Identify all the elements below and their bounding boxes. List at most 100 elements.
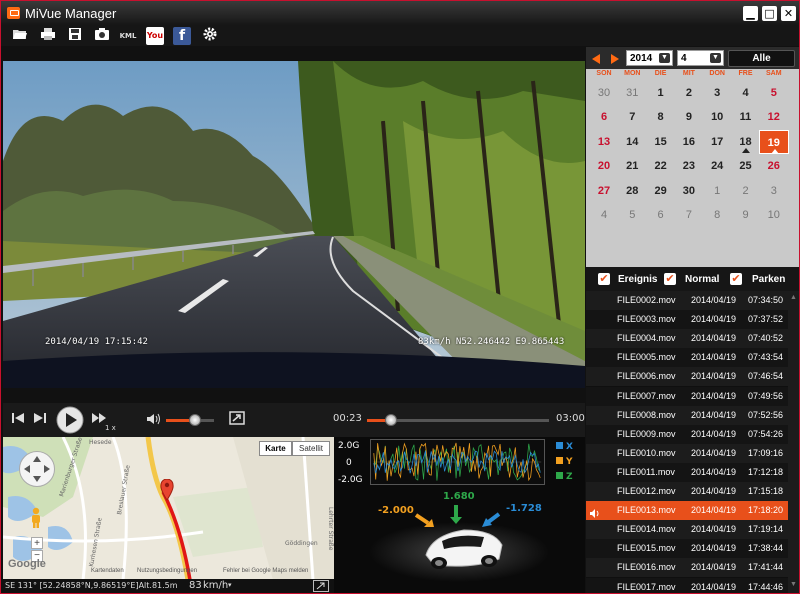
scroll-down-icon[interactable]: ▼ (790, 581, 797, 588)
file-row-selected[interactable]: FILE0013.mov 2014/04/19 17:18:20 (586, 501, 788, 521)
calendar-day[interactable]: 16 (674, 130, 704, 154)
parking-filter-checkbox[interactable]: ✔ (730, 273, 742, 285)
video-player[interactable]: 2014/04/19 17:15:42 83km/h N52.246442 E9… (3, 61, 585, 388)
zoom-in-button[interactable]: + (31, 537, 43, 549)
youtube-icon[interactable]: You (146, 27, 164, 45)
calendar-day[interactable]: 1 (702, 179, 732, 203)
calendar-day[interactable]: 4 (731, 81, 761, 105)
settings-gear-icon[interactable] (201, 27, 219, 45)
file-row[interactable]: FILE0015.mov 2014/04/19 17:38:44 (586, 539, 788, 559)
calendar-day-selected[interactable]: 19 (758, 129, 789, 154)
next-frame-icon[interactable] (33, 411, 47, 429)
calendar-day[interactable]: 31 (617, 81, 647, 105)
map-pan-control[interactable] (19, 451, 55, 487)
fullscreen-icon[interactable] (229, 411, 245, 429)
previous-file-icon[interactable] (11, 411, 25, 429)
map-view[interactable]: Marienburger Straße Breslauer Straße Kur… (3, 437, 334, 580)
calendar-day[interactable]: 11 (731, 105, 761, 129)
calendar-day[interactable]: 25 (731, 154, 761, 178)
file-row[interactable]: FILE0006.mov 2014/04/19 07:46:54 (586, 367, 788, 387)
file-row[interactable]: FILE0017.mov 2014/04/19 17:44:46 (586, 577, 788, 593)
map-expand-icon[interactable] (313, 580, 329, 592)
seek-bar[interactable] (367, 414, 549, 426)
calendar-day[interactable]: 15 (646, 130, 676, 154)
file-row[interactable]: FILE0014.mov 2014/04/19 17:19:14 (586, 520, 788, 540)
map-tab-karte[interactable]: Karte (259, 441, 292, 456)
file-row[interactable]: FILE0012.mov 2014/04/19 17:15:18 (586, 482, 788, 501)
calendar-day[interactable]: 24 (702, 154, 732, 178)
save-icon[interactable] (66, 27, 84, 45)
file-row[interactable]: FILE0005.mov 2014/04/19 07:43:54 (586, 348, 788, 368)
file-row[interactable]: FILE0003.mov 2014/04/19 07:37:52 (586, 310, 788, 330)
file-row[interactable]: FILE0004.mov 2014/04/19 07:40:52 (586, 329, 788, 349)
map-data-link[interactable]: Kartendaten (91, 568, 124, 574)
calendar-day[interactable]: 29 (646, 179, 676, 203)
calendar-day[interactable]: 23 (674, 154, 704, 178)
unit-dropdown-icon[interactable]: ▾ (228, 581, 232, 589)
month-select[interactable]: 4 ▼ (677, 50, 724, 66)
file-list-scrollbar[interactable]: ▲ ▼ (788, 291, 799, 593)
snapshot-camera-icon[interactable] (93, 27, 111, 45)
facebook-icon[interactable]: f (173, 27, 191, 45)
calendar-day[interactable]: 7 (674, 203, 704, 227)
calendar-day[interactable]: 6 (589, 105, 619, 129)
prev-month-button[interactable] (591, 52, 601, 70)
calendar-day[interactable]: 2 (674, 81, 704, 105)
calendar-day[interactable]: 9 (731, 203, 761, 227)
file-row[interactable]: FILE0011.mov 2014/04/19 17:12:18 (586, 462, 788, 482)
calendar-day[interactable]: 2 (731, 179, 761, 203)
calendar-day[interactable]: 1 (646, 81, 676, 105)
map-tab-satellit[interactable]: Satellit (292, 441, 330, 456)
normal-filter-checkbox[interactable]: ✔ (664, 273, 676, 285)
calendar-day[interactable]: 5 (759, 81, 789, 105)
play-button[interactable] (56, 406, 84, 438)
calendar-day[interactable]: 3 (702, 81, 732, 105)
seek-bar-knob[interactable] (384, 414, 397, 426)
calendar-day[interactable]: 10 (759, 203, 789, 227)
calendar-day[interactable]: 18 (731, 130, 761, 154)
calendar-day[interactable]: 12 (759, 105, 789, 129)
calendar-day[interactable]: 28 (617, 179, 647, 203)
calendar-day[interactable]: 10 (702, 105, 732, 129)
calendar-day[interactable]: 7 (617, 105, 647, 129)
calendar-day[interactable]: 4 (589, 203, 619, 227)
calendar-day[interactable]: 14 (617, 130, 647, 154)
calendar-day[interactable]: 5 (617, 203, 647, 227)
file-row[interactable]: FILE0008.mov 2014/04/19 07:52:56 (586, 405, 788, 425)
file-row[interactable]: FILE0007.mov 2014/04/19 07:49:56 (586, 386, 788, 406)
year-select[interactable]: 2014 ▼ (626, 50, 673, 66)
all-button[interactable]: Alle (728, 50, 795, 67)
file-row[interactable]: FILE0009.mov 2014/04/19 07:54:26 (586, 424, 788, 444)
kml-export-icon[interactable]: KML (119, 27, 137, 45)
map-terms-link[interactable]: Nutzungsbedingungen (137, 568, 197, 574)
open-folder-icon[interactable] (11, 27, 29, 45)
file-row[interactable]: FILE0002.mov 2014/04/19 07:34:50 (586, 291, 788, 310)
event-filter-checkbox[interactable]: ✔ (598, 273, 610, 285)
volume-icon[interactable] (146, 412, 162, 430)
calendar-day[interactable]: 3 (759, 179, 789, 203)
calendar-day[interactable]: 8 (646, 105, 676, 129)
scroll-up-icon[interactable]: ▲ (790, 294, 797, 301)
calendar-day[interactable]: 17 (702, 130, 732, 154)
file-row[interactable]: FILE0016.mov 2014/04/19 17:41:44 (586, 558, 788, 578)
calendar-day[interactable]: 9 (674, 105, 704, 129)
file-row[interactable]: FILE0010.mov 2014/04/19 17:09:16 (586, 443, 788, 463)
calendar-day[interactable]: 30 (674, 179, 704, 203)
calendar-day[interactable]: 6 (646, 203, 676, 227)
calendar-day[interactable]: 22 (646, 154, 676, 178)
volume-slider-knob[interactable] (188, 414, 201, 426)
calendar-day[interactable]: 8 (702, 203, 732, 227)
calendar-day[interactable]: 20 (589, 154, 619, 178)
maximize-button[interactable]: □ (762, 6, 777, 21)
map-report-link[interactable]: Fehler bei Google Maps melden (223, 568, 308, 574)
calendar-day[interactable]: 13 (589, 130, 619, 154)
title-bar[interactable]: MiVue Manager ▁ □ ✕ (1, 1, 799, 26)
close-button[interactable]: ✕ (781, 6, 796, 21)
next-month-button[interactable] (610, 52, 620, 70)
calendar-day[interactable]: 26 (759, 154, 789, 178)
volume-slider[interactable] (166, 414, 214, 426)
print-icon[interactable] (39, 27, 57, 45)
calendar-day[interactable]: 30 (589, 81, 619, 105)
calendar-day[interactable]: 21 (617, 154, 647, 178)
minimize-button[interactable]: ▁ (743, 6, 758, 21)
